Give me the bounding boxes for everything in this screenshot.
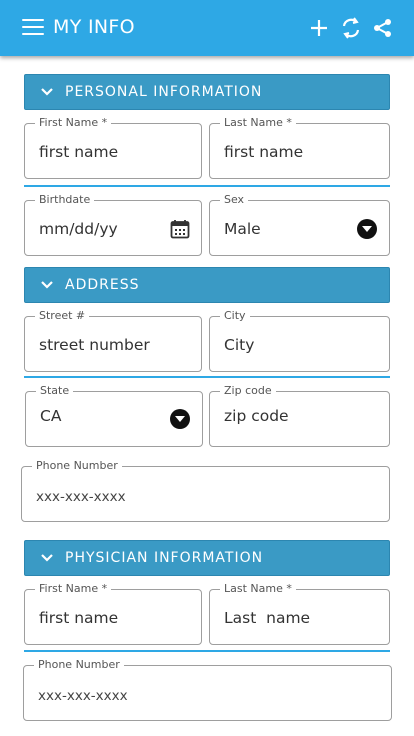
chevron-down-icon: [41, 554, 53, 562]
sync-icon[interactable]: [340, 16, 362, 40]
page-title: MY INFO: [53, 16, 135, 38]
add-icon[interactable]: [308, 16, 330, 40]
field-value: City: [224, 336, 255, 354]
field-value: CA: [40, 407, 62, 425]
field-label: City: [220, 309, 250, 323]
field-value: Male: [224, 220, 261, 238]
city-field[interactable]: City City: [209, 309, 390, 372]
section-title: PHYSICIAN INFORMATION: [65, 550, 264, 566]
field-label: Zip code: [220, 384, 276, 398]
menu-icon[interactable]: [22, 19, 44, 37]
field-value: Last name: [224, 609, 311, 627]
physician-phone-field[interactable]: Phone Number xxx-xxx-xxxx: [23, 658, 392, 721]
section-title: ADDRESS: [65, 277, 140, 293]
section-header-physician[interactable]: PHYSICIAN INFORMATION: [24, 540, 390, 576]
field-value: first name: [224, 143, 304, 161]
dropdown-icon[interactable]: [170, 409, 192, 431]
field-label: Phone Number: [34, 658, 124, 672]
birthdate-field[interactable]: Birthdate mm/dd/yy: [24, 193, 202, 256]
field-label: Street #: [35, 309, 90, 323]
field-label: Birthdate: [35, 193, 95, 207]
section-title: PERSONAL INFORMATION: [65, 84, 263, 100]
address-phone-field[interactable]: Phone Number xxx-xxx-xxxx: [21, 459, 390, 522]
field-label: First Name *: [35, 116, 112, 130]
field-value: xxx-xxx-xxxx: [38, 688, 128, 704]
appbar-actions: [308, 16, 394, 40]
field-value: first name: [39, 609, 119, 627]
field-label: Last Name *: [220, 116, 296, 130]
field-value: street number: [39, 336, 150, 354]
section-header-personal[interactable]: PERSONAL INFORMATION: [24, 74, 390, 110]
personal-last-name-field[interactable]: Last Name * first name: [209, 116, 390, 179]
field-label: First Name *: [35, 582, 112, 596]
chevron-down-icon: [41, 281, 53, 289]
physician-first-name-field[interactable]: First Name * first name: [24, 582, 202, 645]
field-value: first name: [39, 143, 119, 161]
physician-last-name-field[interactable]: Last Name * Last name: [209, 582, 390, 645]
divider: [24, 650, 390, 652]
field-label: Sex: [220, 193, 249, 207]
section-header-address[interactable]: ADDRESS: [24, 267, 390, 303]
field-value: xxx-xxx-xxxx: [36, 489, 126, 505]
personal-first-name-field[interactable]: First Name * first name: [24, 116, 202, 179]
field-label: Phone Number: [32, 459, 122, 473]
field-label: State: [36, 384, 74, 398]
zip-field[interactable]: Zip code zip code: [209, 384, 390, 447]
field-label: Last Name *: [220, 582, 296, 596]
calendar-icon[interactable]: [169, 218, 191, 240]
field-value: mm/dd/yy: [39, 220, 118, 238]
street-field[interactable]: Street # street number: [24, 309, 202, 372]
field-value: zip code: [224, 407, 289, 425]
dropdown-icon[interactable]: [357, 219, 379, 241]
share-icon[interactable]: [372, 16, 394, 40]
state-select[interactable]: State CA: [25, 384, 203, 447]
app-bar: MY INFO: [0, 0, 414, 56]
chevron-down-icon: [41, 88, 53, 96]
divider: [24, 376, 390, 378]
divider: [24, 185, 390, 187]
sex-select[interactable]: Sex Male: [209, 193, 390, 256]
